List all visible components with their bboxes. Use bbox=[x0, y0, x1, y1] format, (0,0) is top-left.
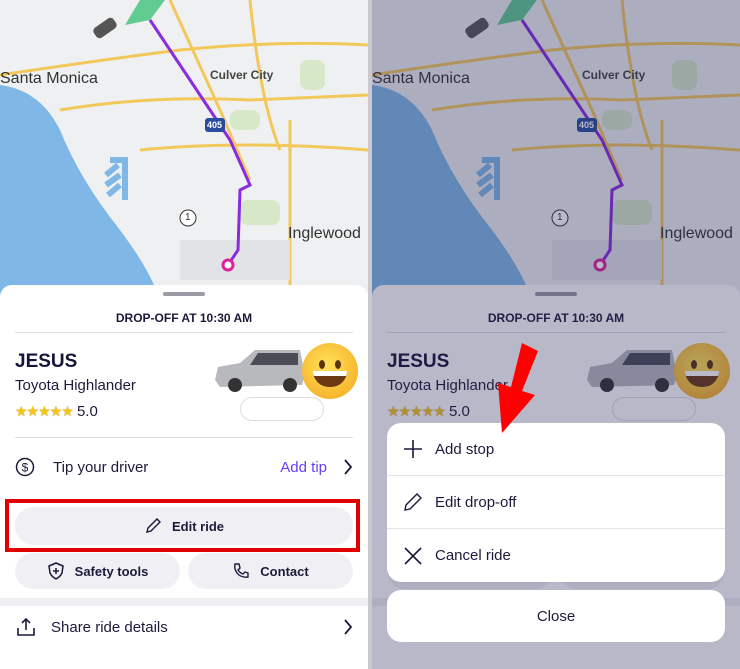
rating-value: 5.0 bbox=[76, 403, 98, 420]
car-image bbox=[215, 350, 305, 392]
add-tip-link[interactable]: Add tip bbox=[280, 459, 327, 476]
contact-button[interactable]: Contact bbox=[188, 553, 353, 589]
edit-ride-highlight bbox=[5, 499, 360, 552]
safety-tools-label: Safety tools bbox=[74, 563, 149, 579]
driver-rating: ★★★★★ 5.0 bbox=[15, 403, 98, 420]
driver-avatar-emoji bbox=[302, 343, 358, 399]
share-label: Share ride details bbox=[51, 618, 168, 636]
x-icon bbox=[404, 546, 422, 565]
share-icon bbox=[17, 617, 35, 636]
safety-tools-button[interactable]: Safety tools bbox=[15, 553, 180, 589]
separator bbox=[15, 332, 353, 333]
chevron-right-icon bbox=[344, 459, 353, 475]
map-label-inglewood: Inglewood bbox=[288, 225, 361, 242]
highway-405-shield: 405 bbox=[207, 120, 223, 130]
menu-item-edit-dropoff[interactable]: Edit drop-off bbox=[387, 476, 725, 529]
license-plate-pill bbox=[240, 397, 324, 421]
map-label-santa-monica: Santa Monica bbox=[0, 70, 98, 87]
star-icons: ★★★★★ bbox=[15, 403, 74, 419]
menu-item-label: Cancel ride bbox=[435, 547, 511, 564]
dollar-icon: $ bbox=[15, 457, 35, 477]
driver-name: JESUS bbox=[15, 351, 78, 372]
share-ride-row[interactable]: Share ride details bbox=[15, 615, 353, 639]
menu-item-label: Add stop bbox=[435, 440, 495, 458]
pencil-icon bbox=[404, 493, 422, 511]
section-band bbox=[0, 598, 368, 606]
drag-handle[interactable] bbox=[163, 292, 205, 296]
tip-driver-row[interactable]: $ Tip your driver Add tip bbox=[15, 455, 353, 479]
shield-icon bbox=[47, 562, 64, 580]
dropoff-time: DROP-OFF AT 10:30 AM bbox=[115, 311, 253, 325]
separator bbox=[15, 437, 353, 438]
map-label-culver-city: Culver City bbox=[210, 68, 274, 82]
route-1-marker: 1 bbox=[185, 212, 191, 223]
contact-label: Contact bbox=[260, 563, 309, 579]
plus-icon bbox=[404, 440, 422, 458]
chevron-right-icon bbox=[344, 619, 353, 635]
close-label: Close bbox=[536, 607, 576, 625]
left-screen: Santa Monica Culver City Inglewood 405 1… bbox=[0, 0, 368, 669]
ride-sheet: DROP-OFF AT 10:30 AM JESUS Toyota Highla… bbox=[0, 285, 368, 669]
map[interactable]: Santa Monica Culver City Inglewood 405 1 bbox=[0, 0, 368, 300]
map-graphic bbox=[0, 0, 368, 300]
right-screen: Santa Monica Culver City Inglewood 405 1… bbox=[372, 0, 740, 669]
tip-label: Tip your driver bbox=[53, 458, 149, 476]
phone-icon bbox=[234, 563, 249, 578]
red-arrow-annotation bbox=[498, 343, 538, 433]
menu-item-cancel-ride[interactable]: Cancel ride bbox=[387, 529, 725, 582]
menu-item-label: Edit drop-off bbox=[435, 493, 517, 511]
edit-ride-menu: Add stop Edit drop-off Cancel ride bbox=[387, 423, 725, 582]
car-model: Toyota Highlander bbox=[15, 377, 136, 394]
close-button[interactable]: Close bbox=[387, 590, 725, 642]
menu-item-add-stop[interactable]: Add stop bbox=[387, 423, 725, 476]
svg-text:$: $ bbox=[22, 461, 29, 475]
